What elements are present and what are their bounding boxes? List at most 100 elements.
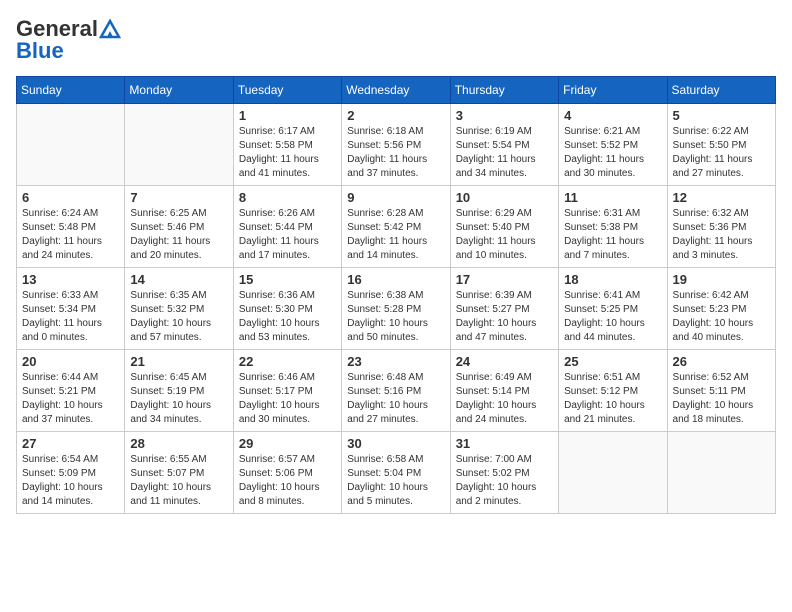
cell-info: Sunrise: 6:39 AMSunset: 5:27 PMDaylight:… bbox=[456, 289, 553, 345]
calendar-cell: 19 Sunrise: 6:42 AMSunset: 5:23 PMDayligh… bbox=[667, 268, 775, 350]
day-number: 13 bbox=[22, 272, 119, 287]
day-number: 23 bbox=[347, 354, 444, 369]
cell-info: Sunrise: 6:44 AMSunset: 5:21 PMDaylight:… bbox=[22, 371, 119, 427]
cell-info: Sunrise: 6:42 AMSunset: 5:23 PMDaylight:… bbox=[673, 289, 770, 345]
day-number: 22 bbox=[239, 354, 336, 369]
day-number: 6 bbox=[22, 190, 119, 205]
logo: General Blue bbox=[16, 16, 121, 64]
calendar-cell: 23 Sunrise: 6:48 AMSunset: 5:16 PMDayligh… bbox=[342, 350, 450, 432]
day-number: 9 bbox=[347, 190, 444, 205]
calendar-cell bbox=[17, 104, 125, 186]
calendar-cell: 10 Sunrise: 6:29 AMSunset: 5:40 PMDayligh… bbox=[450, 186, 558, 268]
weekday-header-tuesday: Tuesday bbox=[233, 77, 341, 104]
cell-info: Sunrise: 7:00 AMSunset: 5:02 PMDaylight:… bbox=[456, 453, 553, 509]
day-number: 30 bbox=[347, 436, 444, 451]
day-number: 29 bbox=[239, 436, 336, 451]
calendar-cell: 21 Sunrise: 6:45 AMSunset: 5:19 PMDayligh… bbox=[125, 350, 233, 432]
calendar-cell: 6Sunrise: 6:24 AMSunset: 5:48 PMDaylight… bbox=[17, 186, 125, 268]
day-number: 12 bbox=[673, 190, 770, 205]
day-number: 25 bbox=[564, 354, 661, 369]
calendar-cell: 31 Sunrise: 7:00 AMSunset: 5:02 PMDayligh… bbox=[450, 432, 558, 514]
weekday-header-monday: Monday bbox=[125, 77, 233, 104]
day-number: 7 bbox=[130, 190, 227, 205]
calendar-cell: 27Sunrise: 6:54 AMSunset: 5:09 PMDayligh… bbox=[17, 432, 125, 514]
calendar-cell bbox=[559, 432, 667, 514]
day-number: 20 bbox=[22, 354, 119, 369]
day-number: 21 bbox=[130, 354, 227, 369]
day-number: 24 bbox=[456, 354, 553, 369]
cell-info: Sunrise: 6:29 AMSunset: 5:40 PMDaylight:… bbox=[456, 207, 553, 263]
day-number: 18 bbox=[564, 272, 661, 287]
cell-info: Sunrise: 6:45 AMSunset: 5:19 PMDaylight:… bbox=[130, 371, 227, 427]
calendar-cell: 29 Sunrise: 6:57 AMSunset: 5:06 PMDayligh… bbox=[233, 432, 341, 514]
day-number: 14 bbox=[130, 272, 227, 287]
day-number: 11 bbox=[564, 190, 661, 205]
logo-blue: Blue bbox=[16, 38, 64, 64]
weekday-header-saturday: Saturday bbox=[667, 77, 775, 104]
cell-info: Sunrise: 6:19 AMSunset: 5:54 PMDaylight:… bbox=[456, 125, 553, 181]
calendar-cell: 8 Sunrise: 6:26 AMSunset: 5:44 PMDaylight… bbox=[233, 186, 341, 268]
day-number: 1 bbox=[239, 108, 336, 123]
day-number: 8 bbox=[239, 190, 336, 205]
calendar-cell: 28Sunrise: 6:55 AMSunset: 5:07 PMDayligh… bbox=[125, 432, 233, 514]
calendar-cell: 14 Sunrise: 6:35 AMSunset: 5:32 PMDayligh… bbox=[125, 268, 233, 350]
calendar-cell: 24 Sunrise: 6:49 AMSunset: 5:14 PMDayligh… bbox=[450, 350, 558, 432]
day-number: 16 bbox=[347, 272, 444, 287]
calendar-cell bbox=[125, 104, 233, 186]
weekday-header-thursday: Thursday bbox=[450, 77, 558, 104]
day-number: 3 bbox=[456, 108, 553, 123]
cell-info: Sunrise: 6:32 AMSunset: 5:36 PMDaylight:… bbox=[673, 207, 770, 263]
calendar-cell: 15 Sunrise: 6:36 AMSunset: 5:30 PMDayligh… bbox=[233, 268, 341, 350]
calendar-cell: 5Sunrise: 6:22 AMSunset: 5:50 PMDaylight… bbox=[667, 104, 775, 186]
cell-info: Sunrise: 6:21 AMSunset: 5:52 PMDaylight:… bbox=[564, 125, 661, 181]
cell-info: Sunrise: 6:52 AMSunset: 5:11 PMDaylight:… bbox=[673, 371, 770, 427]
calendar: SundayMondayTuesdayWednesdayThursdayFrid… bbox=[16, 76, 776, 514]
day-number: 17 bbox=[456, 272, 553, 287]
calendar-cell: 4 Sunrise: 6:21 AMSunset: 5:52 PMDaylight… bbox=[559, 104, 667, 186]
day-number: 10 bbox=[456, 190, 553, 205]
cell-info: Sunrise: 6:33 AMSunset: 5:34 PMDaylight:… bbox=[22, 289, 119, 345]
calendar-cell: 26 Sunrise: 6:52 AMSunset: 5:11 PMDayligh… bbox=[667, 350, 775, 432]
calendar-cell: 13 Sunrise: 6:33 AMSunset: 5:34 PMDayligh… bbox=[17, 268, 125, 350]
calendar-cell: 22 Sunrise: 6:46 AMSunset: 5:17 PMDayligh… bbox=[233, 350, 341, 432]
calendar-cell: 2 Sunrise: 6:18 AMSunset: 5:56 PMDaylight… bbox=[342, 104, 450, 186]
logo-icon bbox=[99, 19, 121, 39]
calendar-cell: 30 Sunrise: 6:58 AMSunset: 5:04 PMDayligh… bbox=[342, 432, 450, 514]
cell-info: Sunrise: 6:17 AMSunset: 5:58 PMDaylight:… bbox=[239, 125, 336, 181]
cell-info: Sunrise: 6:55 AMSunset: 5:07 PMDaylight:… bbox=[130, 453, 227, 509]
cell-info: Sunrise: 6:51 AMSunset: 5:12 PMDaylight:… bbox=[564, 371, 661, 427]
calendar-cell: 25 Sunrise: 6:51 AMSunset: 5:12 PMDayligh… bbox=[559, 350, 667, 432]
calendar-cell: 18 Sunrise: 6:41 AMSunset: 5:25 PMDayligh… bbox=[559, 268, 667, 350]
cell-info: Sunrise: 6:57 AMSunset: 5:06 PMDaylight:… bbox=[239, 453, 336, 509]
cell-info: Sunrise: 6:31 AMSunset: 5:38 PMDaylight:… bbox=[564, 207, 661, 263]
calendar-cell: 11 Sunrise: 6:31 AMSunset: 5:38 PMDayligh… bbox=[559, 186, 667, 268]
day-number: 4 bbox=[564, 108, 661, 123]
calendar-cell: 9Sunrise: 6:28 AMSunset: 5:42 PMDaylight… bbox=[342, 186, 450, 268]
weekday-header-wednesday: Wednesday bbox=[342, 77, 450, 104]
cell-info: Sunrise: 6:18 AMSunset: 5:56 PMDaylight:… bbox=[347, 125, 444, 181]
day-number: 19 bbox=[673, 272, 770, 287]
cell-info: Sunrise: 6:41 AMSunset: 5:25 PMDaylight:… bbox=[564, 289, 661, 345]
calendar-cell bbox=[667, 432, 775, 514]
day-number: 15 bbox=[239, 272, 336, 287]
day-number: 31 bbox=[456, 436, 553, 451]
calendar-cell: 7 Sunrise: 6:25 AMSunset: 5:46 PMDaylight… bbox=[125, 186, 233, 268]
calendar-cell: 12 Sunrise: 6:32 AMSunset: 5:36 PMDayligh… bbox=[667, 186, 775, 268]
cell-info: Sunrise: 6:35 AMSunset: 5:32 PMDaylight:… bbox=[130, 289, 227, 345]
cell-info: Sunrise: 6:25 AMSunset: 5:46 PMDaylight:… bbox=[130, 207, 227, 263]
calendar-cell: 17 Sunrise: 6:39 AMSunset: 5:27 PMDayligh… bbox=[450, 268, 558, 350]
weekday-header-sunday: Sunday bbox=[17, 77, 125, 104]
cell-info: Sunrise: 6:46 AMSunset: 5:17 PMDaylight:… bbox=[239, 371, 336, 427]
day-number: 26 bbox=[673, 354, 770, 369]
calendar-cell: 16 Sunrise: 6:38 AMSunset: 5:28 PMDayligh… bbox=[342, 268, 450, 350]
calendar-cell: 1 Sunrise: 6:17 AMSunset: 5:58 PMDaylight… bbox=[233, 104, 341, 186]
calendar-cell: 20 Sunrise: 6:44 AMSunset: 5:21 PMDayligh… bbox=[17, 350, 125, 432]
cell-info: Sunrise: 6:58 AMSunset: 5:04 PMDaylight:… bbox=[347, 453, 444, 509]
cell-info: Sunrise: 6:26 AMSunset: 5:44 PMDaylight:… bbox=[239, 207, 336, 263]
day-number: 2 bbox=[347, 108, 444, 123]
cell-info: Sunrise: 6:49 AMSunset: 5:14 PMDaylight:… bbox=[456, 371, 553, 427]
day-number: 5 bbox=[673, 108, 770, 123]
cell-info: Sunrise: 6:38 AMSunset: 5:28 PMDaylight:… bbox=[347, 289, 444, 345]
cell-info: Sunrise: 6:48 AMSunset: 5:16 PMDaylight:… bbox=[347, 371, 444, 427]
cell-info: Sunrise: 6:36 AMSunset: 5:30 PMDaylight:… bbox=[239, 289, 336, 345]
